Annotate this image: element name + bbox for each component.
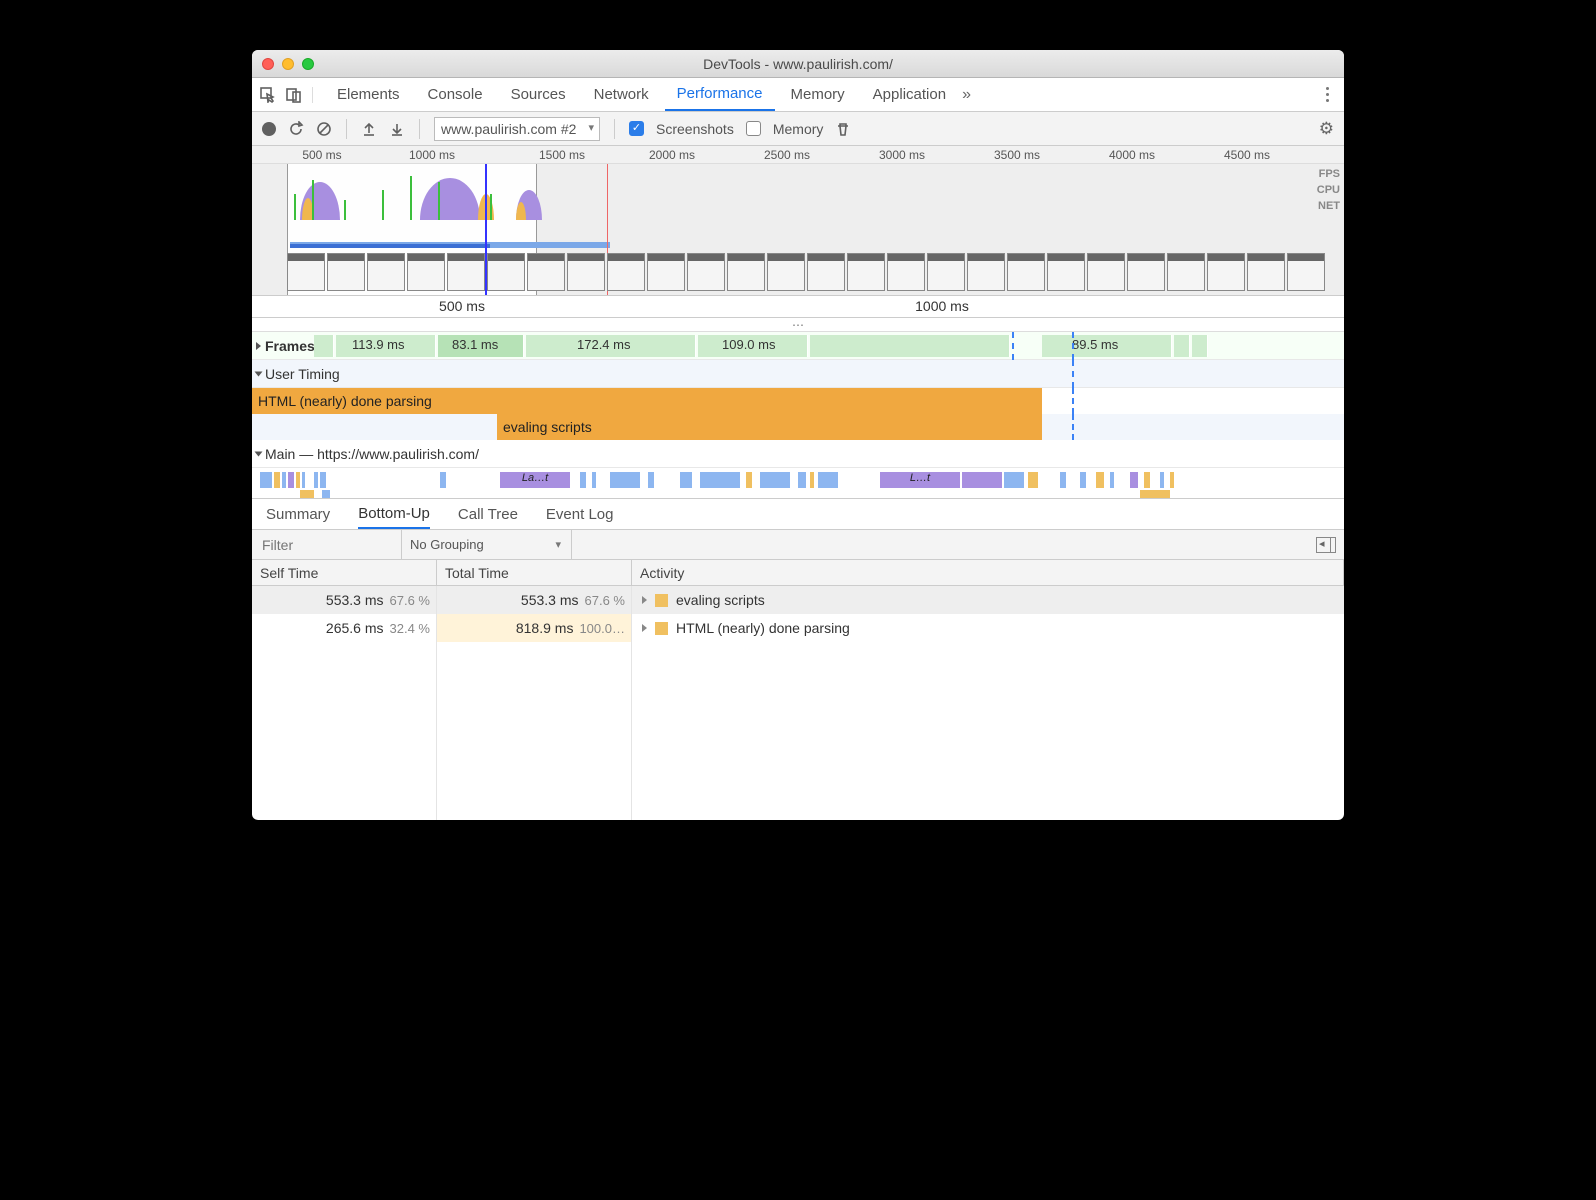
screenshots-label: Screenshots (656, 121, 734, 137)
tab-console[interactable]: Console (416, 78, 495, 111)
dtab-summary[interactable]: Summary (266, 499, 330, 529)
details-table-body (252, 642, 1344, 820)
user-timing-bar-1[interactable]: HTML (nearly) done parsing (252, 388, 1344, 414)
memory-checkbox[interactable] (746, 121, 761, 136)
screenshots-checkbox[interactable] (629, 121, 644, 136)
save-profile-icon[interactable] (389, 121, 405, 137)
titlebar: DevTools - www.paulirish.com/ (252, 50, 1344, 78)
net-chart (290, 242, 620, 250)
load-profile-icon[interactable] (361, 121, 377, 137)
collapsed-row-indicator[interactable]: ⋯ (252, 318, 1344, 332)
device-icon[interactable] (286, 87, 302, 103)
reload-icon[interactable] (288, 121, 304, 137)
category-swatch (655, 594, 668, 607)
grouping-select[interactable]: No Grouping (402, 530, 572, 559)
screenshot-thumbs[interactable] (287, 253, 1344, 293)
details-table-header: Self Time Total Time Activity (252, 560, 1344, 586)
category-swatch (655, 622, 668, 635)
panel-tabs: Elements Console Sources Network Perform… (252, 78, 1344, 112)
col-self-time[interactable]: Self Time (252, 560, 437, 585)
col-total-time[interactable]: Total Time (437, 560, 632, 585)
user-timing-track[interactable]: User Timing (252, 360, 1344, 388)
expand-icon[interactable] (642, 596, 647, 604)
overview-body[interactable]: FPS CPU NET (252, 164, 1344, 295)
details-tabs: Summary Bottom-Up Call Tree Event Log (252, 498, 1344, 530)
user-timing-label: User Timing (265, 366, 340, 382)
filter-input[interactable] (252, 530, 402, 559)
tab-elements[interactable]: Elements (325, 78, 412, 111)
disclosure-icon[interactable] (256, 342, 261, 350)
table-row[interactable]: 553.3 ms67.6 % 553.3 ms67.6 % evaling sc… (252, 586, 1344, 614)
overview-ruler: 500 ms 1000 ms 1500 ms 2000 ms 2500 ms 3… (252, 146, 1344, 164)
profile-select[interactable]: www.paulirish.com #2 (434, 117, 600, 141)
clear-icon[interactable] (316, 121, 332, 137)
settings-icon[interactable]: ⚙ (1319, 119, 1334, 139)
dtab-bottom-up[interactable]: Bottom-Up (358, 499, 430, 529)
tab-memory[interactable]: Memory (779, 78, 857, 111)
memory-label: Memory (773, 121, 824, 137)
table-row[interactable]: 265.6 ms32.4 % 818.9 ms100.0… HTML (near… (252, 614, 1344, 642)
col-activity[interactable]: Activity (632, 560, 1344, 585)
disclosure-icon[interactable] (255, 371, 263, 376)
main-thread-label: Main — https://www.paulirish.com/ (265, 446, 479, 462)
inspect-icon[interactable] (260, 87, 276, 103)
details-filter-bar: No Grouping (252, 530, 1344, 560)
window-title: DevTools - www.paulirish.com/ (252, 56, 1344, 72)
disclosure-icon[interactable] (255, 451, 263, 456)
tabs-overflow-icon[interactable]: » (962, 86, 971, 104)
cpu-chart (290, 170, 534, 220)
perf-toolbar: www.paulirish.com #2 Screenshots Memory … (252, 112, 1344, 146)
more-menu-icon[interactable] (1318, 87, 1336, 102)
dtab-call-tree[interactable]: Call Tree (458, 499, 518, 529)
record-button[interactable] (262, 122, 276, 136)
main-thread-track[interactable]: Main — https://www.paulirish.com/ (252, 440, 1344, 468)
flame-ruler[interactable]: 500 ms 1000 ms (252, 296, 1344, 318)
tab-network[interactable]: Network (582, 78, 661, 111)
user-timing-bar-2[interactable]: evaling scripts (252, 414, 1344, 440)
tab-performance[interactable]: Performance (665, 78, 775, 111)
tab-application[interactable]: Application (861, 78, 958, 111)
main-flame-chart[interactable]: La…t L…t (260, 468, 1336, 498)
frames-track[interactable]: Frames 113.9 ms 83.1 ms 172.4 ms 109.0 m… (252, 332, 1344, 360)
activity-label: evaling scripts (676, 592, 765, 608)
gc-icon[interactable] (835, 121, 851, 137)
dtab-event-log[interactable]: Event Log (546, 499, 614, 529)
tab-sources[interactable]: Sources (499, 78, 578, 111)
frames-label: Frames (265, 338, 315, 354)
expand-icon[interactable] (642, 624, 647, 632)
devtools-window: DevTools - www.paulirish.com/ Elements C… (252, 50, 1344, 820)
overview-labels: FPS CPU NET (1317, 166, 1340, 214)
activity-label: HTML (nearly) done parsing (676, 620, 850, 636)
overview-strip[interactable]: 500 ms 1000 ms 1500 ms 2000 ms 2500 ms 3… (252, 146, 1344, 296)
toggle-sidebar-icon[interactable] (1316, 537, 1336, 553)
